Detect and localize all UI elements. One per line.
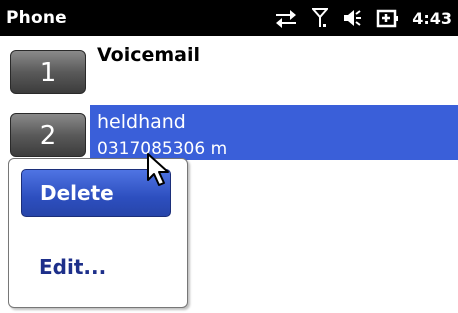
- signal-icon: [312, 7, 329, 29]
- speed-dial-key-2[interactable]: 2: [10, 113, 86, 157]
- status-area[interactable]: 4:43: [274, 4, 452, 32]
- contact-name: heldhand: [97, 111, 186, 133]
- pointer-cursor-icon: [146, 152, 172, 192]
- title-bar: Phone 4:43: [0, 0, 458, 36]
- speaker-icon: [342, 7, 362, 29]
- speed-dial-row[interactable]: 1 Voicemail: [0, 40, 458, 95]
- speed-dial-row-selected[interactable]: 2 heldhand 0317085306 m: [0, 105, 458, 160]
- edit-menu-item[interactable]: Edit...: [39, 255, 106, 279]
- clock: 4:43: [412, 8, 452, 28]
- battery-charging-icon: [376, 7, 399, 29]
- speed-dial-key-1[interactable]: 1: [10, 50, 86, 94]
- app-title: Phone: [6, 8, 67, 28]
- data-connection-icon: [274, 7, 298, 29]
- contact-name: Voicemail: [97, 44, 201, 66]
